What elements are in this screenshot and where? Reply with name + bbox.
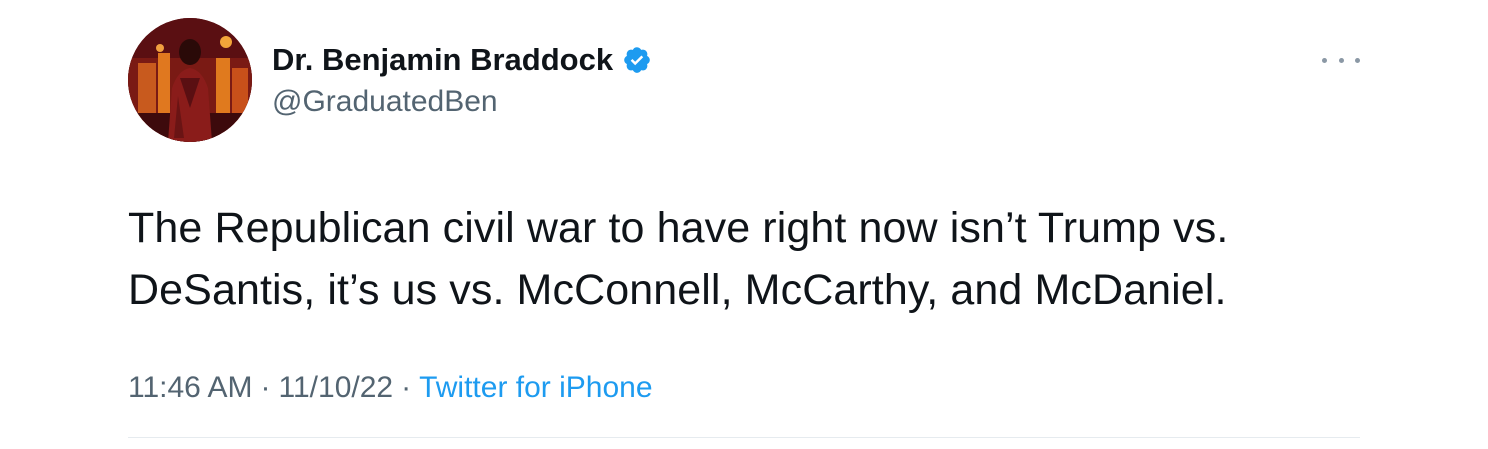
more-dot bbox=[1355, 57, 1360, 63]
tweet-card: Dr. Benjamin Braddock @GraduatedBen The … bbox=[0, 0, 1488, 449]
meta-separator: · bbox=[401, 371, 412, 404]
avatar[interactable] bbox=[128, 18, 252, 142]
more-dot bbox=[1322, 57, 1327, 63]
more-options-icon[interactable] bbox=[1322, 50, 1360, 70]
divider bbox=[128, 437, 1360, 438]
author-display-name[interactable]: Dr. Benjamin Braddock bbox=[272, 40, 613, 80]
author-handle[interactable]: @GraduatedBen bbox=[272, 82, 498, 122]
more-dot bbox=[1338, 57, 1344, 63]
avatar-image bbox=[128, 18, 252, 142]
meta-separator: · bbox=[260, 371, 271, 404]
tweet-source-link[interactable]: Twitter for iPhone bbox=[419, 371, 652, 404]
tweet-text: The Republican civil war to have right n… bbox=[128, 197, 1378, 321]
tweet-text-line: DeSantis, it’s us vs. McConnell, McCarth… bbox=[128, 266, 1227, 314]
author-name-row[interactable]: Dr. Benjamin Braddock bbox=[272, 40, 652, 80]
tweet-metadata: 11:46 AM · 11/10/22 · Twitter for iPhone bbox=[128, 366, 653, 410]
tweet-text-line: The Republican civil war to have right n… bbox=[128, 204, 1229, 252]
tweet-time[interactable]: 11:46 AM bbox=[128, 371, 253, 404]
tweet-date[interactable]: 11/10/22 bbox=[279, 371, 394, 404]
verified-badge-icon bbox=[624, 47, 650, 73]
